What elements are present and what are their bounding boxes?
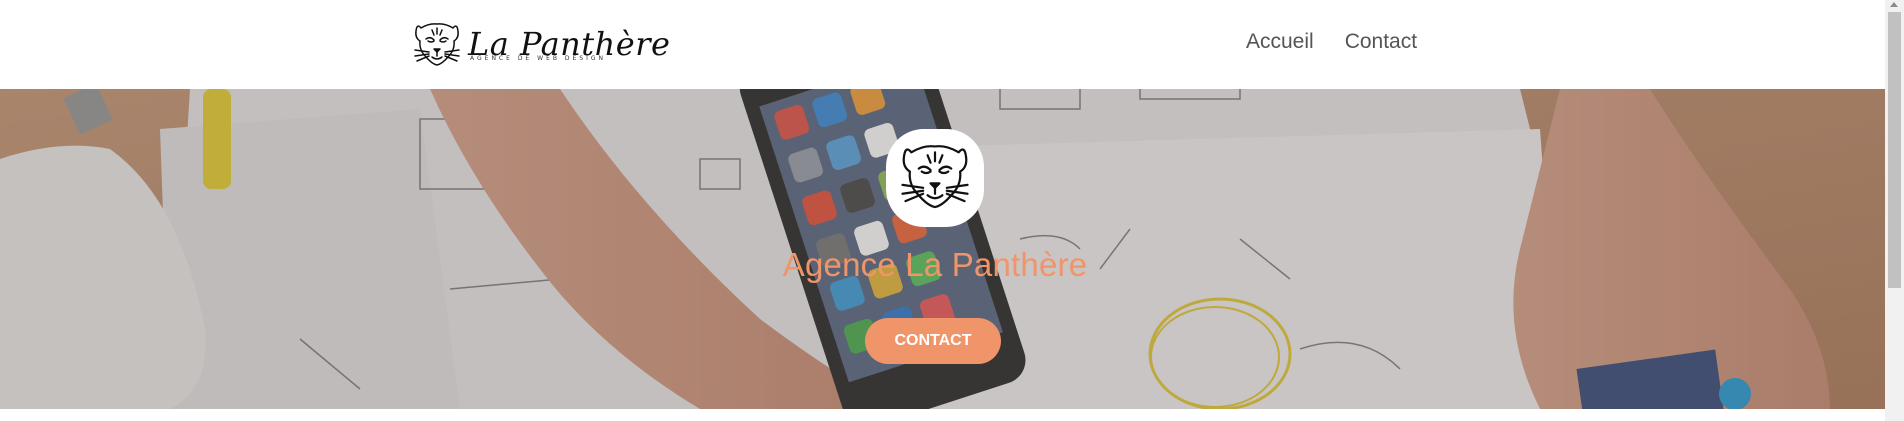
scroll-up-arrow-icon[interactable] bbox=[1890, 2, 1898, 7]
site-header: La Panthère AGENCE DE WEB DESIGN Accueil… bbox=[0, 0, 1885, 89]
page-scrollbar[interactable] bbox=[1885, 0, 1904, 421]
hero-content: Agence La Panthère CONTACT bbox=[0, 89, 1885, 409]
hero-title: Agence La Panthère bbox=[782, 246, 1088, 283]
brand-logo-link[interactable]: La Panthère AGENCE DE WEB DESIGN bbox=[412, 20, 670, 68]
brand-text: La Panthère AGENCE DE WEB DESIGN bbox=[468, 27, 670, 62]
contact-button[interactable]: CONTACT bbox=[865, 318, 1001, 364]
panther-head-icon bbox=[412, 21, 462, 67]
nav-link-contact[interactable]: Contact bbox=[1345, 30, 1417, 54]
hero-section: Agence La Panthère CONTACT bbox=[0, 89, 1885, 409]
hero-logo-badge bbox=[886, 129, 984, 227]
page: La Panthère AGENCE DE WEB DESIGN Accueil… bbox=[0, 0, 1904, 421]
panther-head-icon bbox=[898, 142, 972, 215]
scrollbar-thumb[interactable] bbox=[1888, 12, 1901, 288]
main-nav: Accueil Contact bbox=[1246, 30, 1417, 54]
brand-tagline: AGENCE DE WEB DESIGN bbox=[470, 54, 607, 62]
nav-link-accueil[interactable]: Accueil bbox=[1246, 30, 1314, 54]
